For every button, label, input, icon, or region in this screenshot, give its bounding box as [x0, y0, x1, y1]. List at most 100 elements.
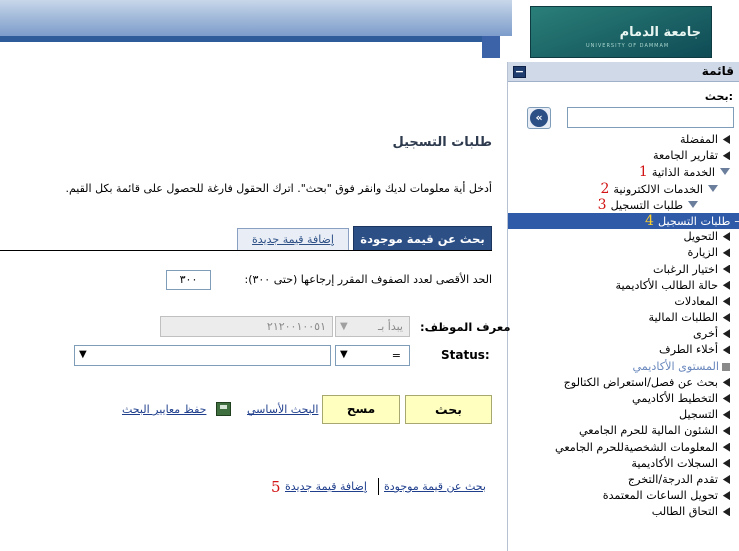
collapse-menu-button[interactable]: −: [513, 66, 526, 78]
sidebar-item[interactable]: بحث عن فصل/استعراض الكتالوج: [508, 375, 739, 391]
sidebar-item[interactable]: –طلبات التسجيل4: [508, 212, 739, 230]
sidebar-item[interactable]: التحاق الطالب: [508, 504, 739, 520]
sidebar-item-label: المعادلات: [674, 294, 718, 308]
sidebar-item-label: الشئون المالية للحرم الجامعي: [578, 424, 718, 438]
triangle-right-icon: [722, 296, 730, 306]
search-button[interactable]: بحث: [405, 395, 492, 424]
annotation-marker: 1: [638, 164, 648, 181]
triangle-right-icon: [722, 248, 730, 258]
logo-subtitle: UNIVERSITY OF DAMMAM: [586, 43, 670, 49]
sidebar-search-label: بحث:: [704, 90, 733, 103]
instructions-text: أدخل أية معلومات لديك وانقر فوق "بحث". ا…: [65, 182, 492, 195]
tab-find-existing[interactable]: بحث عن قيمة موجودة: [353, 226, 492, 251]
status-label: Status:: [441, 348, 490, 362]
sidebar-title: قائمة: [701, 64, 734, 78]
triangle-right-icon: [722, 345, 730, 355]
max-rows-input[interactable]: ٣٠٠: [166, 270, 211, 290]
sidebar-item[interactable]: التخطيط الأكاديمي: [508, 391, 739, 407]
sidebar-item-label: تحويل الساعات المعتمدة: [602, 489, 718, 503]
max-rows-label: الحد الأقصى لعدد الصفوف المقرر إرجاعها (…: [244, 273, 492, 286]
chevron-down-icon: ▼: [340, 321, 348, 332]
sidebar-item-label: حالة الطالب الأكاديمية: [615, 278, 718, 292]
triangle-right-icon: [722, 313, 730, 323]
sidebar-item[interactable]: تقدم الدرجة/التخرج: [508, 472, 739, 488]
sidebar-item-label: التحويل: [683, 230, 718, 244]
status-value-select[interactable]: ▼: [74, 345, 331, 366]
bottom-find-existing-link[interactable]: بحث عن قيمة موجودة: [384, 480, 486, 493]
sidebar-item-label: اختيار الرغبات: [652, 262, 718, 276]
triangle-right-icon: [722, 458, 730, 468]
sidebar-search-go-button[interactable]: «: [527, 107, 551, 129]
triangle-right-icon: [722, 232, 730, 242]
header-notch-gap: [500, 36, 512, 58]
sidebar-item-label: تقدم الدرجة/التخرج: [627, 472, 718, 486]
sidebar-item-label: الخدمات الالكترونية: [613, 182, 703, 196]
sidebar-item[interactable]: السجلات الأكاديمية: [508, 456, 739, 472]
save-search-criteria-link[interactable]: حفظ معايير البحث: [122, 403, 206, 416]
sidebar-item[interactable]: تقارير الجامعة: [508, 148, 739, 164]
sidebar-item[interactable]: المستوى الأكاديمي: [508, 359, 739, 375]
triangle-right-icon: [722, 264, 730, 274]
triangle-right-icon: [722, 377, 730, 387]
sidebar-item-label: الطلبات المالية: [648, 311, 718, 325]
annotation-marker: 4: [645, 212, 654, 229]
header-bar: [0, 36, 512, 42]
link-separator: [378, 478, 379, 495]
sidebar-header: − قائمة: [508, 62, 739, 82]
sidebar-item[interactable]: تحويل الساعات المعتمدة: [508, 488, 739, 504]
employee-id-label: معرف الموظف:: [420, 320, 511, 334]
chevron-down-icon: ▼: [79, 349, 87, 360]
university-logo: جامعة الدمام UNIVERSITY OF DAMMAM: [530, 6, 712, 58]
sidebar-item[interactable]: التسجيل: [508, 407, 739, 423]
page-title: طلبات التسجيل: [392, 135, 492, 150]
square-icon: [722, 362, 730, 371]
sidebar-item[interactable]: الخدمة الذاتية1: [508, 164, 739, 180]
sidebar-item-label: التخطيط الأكاديمي: [632, 392, 718, 405]
sidebar-item-label: بحث عن فصل/استعراض الكتالوج: [563, 375, 718, 389]
triangle-right-icon: [722, 491, 730, 501]
triangle-right-icon: [722, 442, 730, 452]
sidebar-item-label: الزيارة: [687, 246, 718, 260]
sidebar-item[interactable]: حالة الطالب الأكاديمية: [508, 278, 739, 294]
sidebar-item[interactable]: المعادلات: [508, 294, 739, 310]
header-banner: [0, 0, 512, 36]
sidebar-item-label: التسجيل: [679, 408, 718, 422]
employee-id-operator-select[interactable]: ▼ يبدأ بـ: [335, 316, 410, 337]
sidebar-item-label: السجلات الأكاديمية: [631, 456, 718, 470]
sidebar-item[interactable]: الطلبات المالية: [508, 310, 739, 326]
sidebar-item[interactable]: المعلومات الشخصيةللحرم الجامعي: [508, 440, 739, 456]
chevron-down-icon: ▼: [340, 349, 348, 360]
bottom-add-new-link[interactable]: إضافة قيمة جديدة: [285, 480, 367, 493]
triangle-right-icon: [722, 329, 730, 339]
logo-text: جامعة الدمام: [619, 25, 701, 40]
basic-search-link[interactable]: البحث الأساسي: [247, 403, 318, 416]
annotation-marker: 2: [600, 180, 610, 197]
status-operator-select[interactable]: ▼ =: [335, 345, 410, 366]
sidebar-item[interactable]: المفضلة: [508, 132, 739, 148]
sidebar-item[interactable]: أخلاء الطرف: [508, 342, 739, 358]
sidebar-item-label: طلبات التسجيل: [610, 198, 683, 212]
annotation-marker: 3: [597, 196, 607, 213]
annotation-marker-5: 5: [271, 478, 281, 496]
sidebar-item[interactable]: الزيارة: [508, 245, 739, 261]
double-arrow-icon: «: [530, 109, 548, 127]
triangle-right-icon: [722, 394, 730, 403]
employee-id-field[interactable]: ٢١٢٠٠١٠٠٥١: [160, 316, 333, 337]
triangle-right-icon: [722, 507, 730, 517]
sidebar-item[interactable]: طلبات التسجيل3: [508, 197, 739, 213]
sidebar-item[interactable]: الخدمات الالكترونية2: [508, 181, 739, 197]
sidebar-search-input[interactable]: [567, 107, 734, 128]
clear-button[interactable]: مسح: [322, 395, 400, 424]
sidebar-item[interactable]: الشئون المالية للحرم الجامعي: [508, 423, 739, 439]
sidebar-item-label: المفضلة: [679, 133, 718, 146]
triangle-right-icon: [722, 151, 730, 161]
sidebar-item[interactable]: اختيار الرغبات: [508, 262, 739, 278]
sidebar-item-label: الخدمة الذاتية: [651, 166, 715, 180]
sidebar-item[interactable]: أخرى: [508, 326, 739, 342]
sidebar-item[interactable]: التحويل: [508, 229, 739, 245]
tab-add-new[interactable]: إضافة قيمة جديدة: [237, 228, 349, 250]
triangle-right-icon: [722, 410, 730, 420]
sidebar-item-label: أخرى: [693, 327, 718, 341]
dash-icon: –: [734, 215, 739, 228]
save-icon[interactable]: [216, 402, 231, 416]
